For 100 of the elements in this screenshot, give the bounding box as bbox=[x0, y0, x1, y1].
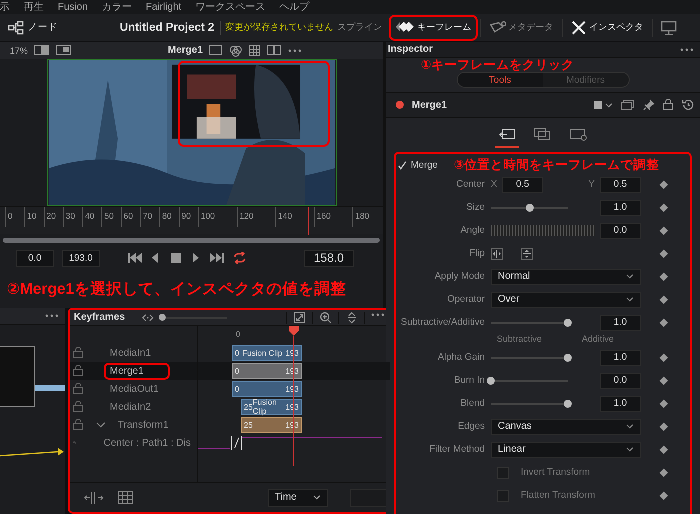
checkbox-label[interactable]: Invert Transform bbox=[521, 467, 641, 478]
check-icon[interactable] bbox=[398, 160, 407, 170]
keyframe-icon[interactable] bbox=[660, 399, 668, 408]
keyframe-icon[interactable] bbox=[660, 376, 668, 385]
toolbar-button[interactable]: スプライン bbox=[334, 14, 389, 40]
tab[interactable]: Tools bbox=[458, 73, 543, 87]
lock-icon[interactable] bbox=[663, 99, 674, 111]
zoom-dropdown[interactable]: 17% bbox=[10, 46, 28, 56]
number-field[interactable]: 1.0 bbox=[600, 350, 641, 366]
lock-icon[interactable] bbox=[73, 365, 84, 377]
menu-item[interactable]: Fairlight bbox=[146, 2, 182, 12]
menu-item[interactable]: 再生 bbox=[24, 0, 44, 14]
slider-thumb[interactable] bbox=[526, 204, 534, 212]
menu-item[interactable]: ヘルプ bbox=[280, 0, 310, 14]
table-icon[interactable] bbox=[118, 490, 134, 504]
expand-icon[interactable] bbox=[142, 312, 154, 322]
overlay-view-icon[interactable] bbox=[56, 45, 72, 56]
slider-thumb[interactable] bbox=[564, 318, 572, 326]
skip-start-icon[interactable] bbox=[128, 252, 142, 264]
dropdown[interactable]: Over bbox=[491, 292, 641, 308]
node-icon[interactable] bbox=[8, 20, 24, 34]
toolbar-button[interactable]: キーフレーム bbox=[388, 14, 478, 40]
flip-vertical-icon[interactable] bbox=[521, 248, 533, 260]
color-channels-icon[interactable] bbox=[229, 44, 244, 56]
keyframe-icon[interactable] bbox=[660, 445, 668, 454]
checkbox[interactable] bbox=[497, 490, 509, 502]
keyframe-icon[interactable] bbox=[660, 180, 668, 189]
track-name[interactable]: MediaIn2 bbox=[104, 398, 158, 416]
menu-item[interactable]: Fusion bbox=[58, 2, 88, 12]
toolbar-button[interactable]: インスペクタ bbox=[564, 14, 650, 40]
split-view-icon[interactable] bbox=[34, 45, 50, 56]
menu-item[interactable]: ワークスペース bbox=[196, 0, 266, 14]
number-field[interactable]: 0.0 bbox=[600, 222, 641, 238]
flip-horizontal-icon[interactable] bbox=[491, 248, 503, 260]
save-status: 変更が保存されていません bbox=[226, 21, 334, 34]
dropdown[interactable]: Normal bbox=[491, 268, 641, 284]
fit-icon[interactable] bbox=[294, 312, 306, 324]
checkbox[interactable] bbox=[497, 466, 509, 478]
dual-view-icon[interactable] bbox=[267, 45, 282, 56]
stop-icon[interactable] bbox=[170, 252, 182, 264]
number-field[interactable]: 0.5 bbox=[600, 176, 641, 192]
grid-icon[interactable] bbox=[249, 44, 262, 56]
more-icon[interactable] bbox=[370, 312, 384, 318]
lock-icon[interactable] bbox=[73, 401, 84, 413]
more-icon[interactable] bbox=[288, 48, 302, 54]
keyframe-icon[interactable] bbox=[660, 491, 668, 500]
loop-icon[interactable] bbox=[232, 252, 248, 264]
lock-icon[interactable] bbox=[73, 383, 84, 395]
menu-item[interactable]: 示 bbox=[0, 0, 10, 14]
vertical-zoom-icon[interactable] bbox=[346, 312, 356, 324]
number-field[interactable]: 0.5 bbox=[502, 176, 544, 192]
track-name[interactable]: MediaOut1 bbox=[104, 380, 165, 398]
slider-thumb[interactable] bbox=[487, 376, 495, 384]
more-icon[interactable] bbox=[680, 46, 694, 52]
dropdown[interactable]: Canvas bbox=[491, 418, 641, 434]
keyframe-icon[interactable] bbox=[660, 353, 668, 362]
color-swatch-icon[interactable] bbox=[593, 100, 613, 110]
more-icon[interactable] bbox=[45, 313, 59, 319]
frame-icon[interactable] bbox=[209, 45, 224, 56]
scrollbar[interactable] bbox=[3, 238, 380, 242]
lock-icon[interactable] bbox=[73, 419, 84, 431]
keyframe-icon[interactable] bbox=[660, 226, 668, 235]
section-header[interactable]: Merge bbox=[411, 160, 438, 170]
chevron-icon[interactable] bbox=[96, 420, 106, 430]
track-name[interactable]: Merge1 bbox=[104, 362, 170, 380]
number-field[interactable]: 1.0 bbox=[600, 396, 641, 412]
reset-icon[interactable] bbox=[682, 99, 694, 111]
slider-thumb[interactable] bbox=[564, 354, 572, 362]
slider-thumb[interactable] bbox=[564, 400, 572, 408]
toolbar-button[interactable]: メタデータ bbox=[482, 14, 560, 40]
pin-icon[interactable] bbox=[643, 99, 655, 111]
number-field[interactable]: 1.0 bbox=[600, 314, 641, 330]
diamonds-icon bbox=[394, 20, 415, 34]
playhead[interactable] bbox=[288, 326, 300, 466]
track-name[interactable]: Transform1 bbox=[112, 416, 175, 434]
skip-end-icon[interactable] bbox=[210, 252, 224, 264]
current-time-field[interactable]: 158.0 bbox=[304, 250, 354, 266]
menu-item[interactable]: カラー bbox=[102, 0, 132, 14]
keyframe-icon[interactable] bbox=[660, 203, 668, 212]
keyframe-icon[interactable] bbox=[660, 295, 668, 304]
dropdown[interactable]: Linear bbox=[491, 442, 641, 458]
keyframe-icon[interactable] bbox=[660, 249, 668, 258]
keyframe-icon[interactable] bbox=[660, 272, 668, 281]
in-time-field[interactable]: 0.0 bbox=[16, 250, 54, 266]
keyframe-icon[interactable] bbox=[660, 422, 668, 431]
nodes-label[interactable]: ノード bbox=[28, 21, 58, 34]
number-field[interactable]: 0.0 bbox=[600, 372, 641, 388]
track-name[interactable]: Center : Path1 : Dis bbox=[98, 434, 197, 452]
spread-icon[interactable] bbox=[84, 490, 104, 504]
lock-icon[interactable] bbox=[73, 347, 84, 359]
zoom-in-icon[interactable] bbox=[320, 312, 332, 324]
checkbox-label[interactable]: Flatten Transform bbox=[521, 490, 641, 501]
number-field[interactable]: 1.0 bbox=[600, 200, 641, 216]
keyframe-icon[interactable] bbox=[660, 468, 668, 477]
versions-icon[interactable] bbox=[621, 99, 635, 111]
out-time-field[interactable]: 193.0 bbox=[62, 250, 100, 266]
keyframe-icon[interactable] bbox=[660, 318, 668, 327]
slider-thumb[interactable] bbox=[159, 314, 166, 320]
track-name[interactable]: MediaIn1 bbox=[104, 344, 158, 362]
time-dropdown[interactable]: Time bbox=[268, 488, 328, 506]
